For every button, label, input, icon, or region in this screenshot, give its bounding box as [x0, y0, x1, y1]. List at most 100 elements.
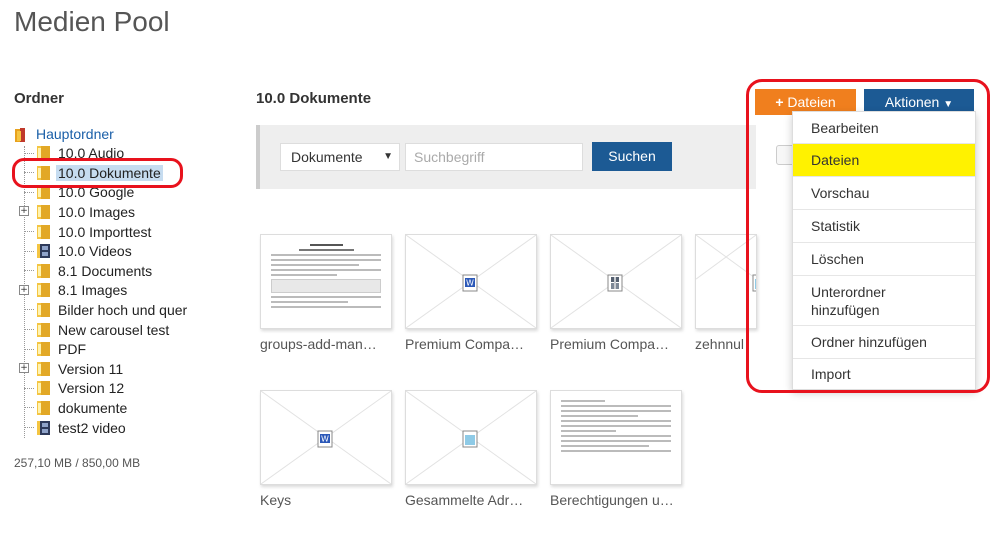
tree-item-label: 10.0 Google	[58, 184, 135, 201]
upload-files-label: Dateien	[787, 94, 836, 110]
expand-icon[interactable]: +	[19, 206, 29, 217]
file-card[interactable]: zehnnul	[695, 234, 757, 352]
menu-item-import[interactable]: Import	[793, 359, 975, 389]
tree-item-8-1-images[interactable]: + 8.1 Images	[19, 281, 129, 300]
tree-connector	[24, 329, 34, 330]
video-folder-icon	[36, 244, 52, 259]
file-card[interactable]: groups-add-man…	[260, 234, 392, 352]
folder-icon	[36, 322, 52, 337]
file-thumbnail	[405, 390, 537, 485]
tree-item-bilder-hoch-und-quer[interactable]: Bilder hoch und quer	[24, 300, 189, 319]
file-name: zehnnul	[695, 336, 745, 352]
file-thumbnail: W	[405, 234, 537, 329]
tree-item-label: PDF	[58, 341, 86, 358]
root-folder-icon	[14, 127, 30, 142]
chevron-down-icon: ▼	[943, 99, 954, 110]
menu-item-vorschau[interactable]: Vorschau	[793, 177, 975, 210]
tree-item-10-0-importtest[interactable]: 10.0 Importtest	[24, 222, 153, 241]
archive-file-icon	[607, 274, 623, 292]
folder-icon	[36, 224, 52, 239]
generic-file-icon	[462, 430, 478, 448]
word-doc-icon: W	[317, 430, 333, 448]
tree-connector	[24, 250, 34, 252]
file-card[interactable]: W Keys	[260, 390, 392, 508]
tree-item-label: 10.0 Importtest	[58, 223, 152, 240]
tree-connector	[24, 427, 34, 428]
tree-item-label: dokumente	[58, 399, 128, 416]
folder-icon	[36, 302, 52, 317]
tree-item-10-0-google[interactable]: 10.0 Google	[24, 183, 136, 202]
tree-item-label: 8.1 Images	[58, 282, 128, 299]
folder-icon	[36, 342, 52, 357]
file-card[interactable]: Gesammelte Adr…	[405, 390, 537, 508]
tree-item-new-carousel-test[interactable]: New carousel test	[24, 320, 171, 339]
folder-icon	[36, 381, 52, 396]
tree-item-label: 10.0 Videos	[58, 243, 132, 260]
expand-icon[interactable]: +	[19, 284, 29, 295]
tree-item-10-0-audio[interactable]: 10.0 Audio	[24, 144, 126, 163]
tree-connector	[24, 231, 34, 232]
tree-connector	[24, 270, 34, 272]
folder-icon	[36, 204, 52, 219]
tree-item-label: Bilder hoch und quer	[58, 301, 188, 318]
document-preview-thumbnail	[260, 234, 392, 329]
tree-item-10-0-dokumente[interactable]: 10.0 Dokumente	[24, 163, 163, 182]
tree-item-hauptordner[interactable]: Hauptordner	[14, 124, 116, 143]
menu-item-loeschen[interactable]: Löschen	[793, 243, 975, 276]
folder-heading: 10.0 Dokumente	[256, 90, 372, 107]
file-card[interactable]: W Premium Compa…	[405, 234, 537, 352]
tree-item-label: 10.0 Dokumente	[56, 164, 163, 181]
tree-item-label: 10.0 Audio	[58, 145, 125, 162]
folder-icon	[36, 146, 52, 161]
text-preview-thumbnail	[550, 390, 682, 485]
tree-connector	[24, 172, 34, 174]
actions-dropdown-menu: Bearbeiten Dateien Vorschau Statistik Lö…	[792, 111, 976, 390]
tree-item-label: 10.0 Images	[58, 203, 136, 220]
tree-item-8-1-documents[interactable]: 8.1 Documents	[24, 261, 154, 280]
menu-item-ordner-hinzufuegen[interactable]: Ordner hinzufügen	[793, 326, 975, 359]
tree-item-label: New carousel test	[58, 321, 170, 338]
menu-item-unterordner-hinzufuegen[interactable]: Unterordner hinzufügen	[793, 276, 975, 326]
tree-item-label: Version 12	[58, 380, 125, 397]
plus-icon: +	[775, 94, 784, 110]
tree-connector	[24, 407, 34, 409]
tree-item-dokumente[interactable]: dokumente	[24, 398, 129, 417]
menu-item-dateien[interactable]: Dateien	[793, 144, 975, 177]
expand-icon[interactable]: +	[19, 363, 29, 374]
tree-connector	[24, 191, 34, 193]
actions-label: Aktionen	[884, 94, 940, 110]
tree-item-pdf[interactable]: PDF	[24, 340, 88, 359]
folder-icon	[36, 263, 52, 278]
file-thumbnail	[695, 234, 757, 329]
search-input[interactable]	[405, 143, 583, 171]
file-name: Keys	[260, 492, 292, 508]
tree-item-label: Version 11	[58, 360, 124, 377]
file-thumbnail: W	[260, 390, 392, 485]
file-thumbnail	[550, 234, 682, 329]
tree-item-10-0-videos[interactable]: 10.0 Videos	[24, 242, 134, 261]
sidebar-heading: Ordner	[14, 90, 65, 107]
storage-usage: 257,10 MB / 850,00 MB	[14, 456, 141, 470]
folder-icon	[36, 185, 52, 200]
chevron-down-icon: ▼	[383, 151, 393, 162]
file-card[interactable]: Premium Compa…	[550, 234, 682, 352]
tree-connector	[24, 152, 34, 154]
file-card[interactable]: Berechtigungen u…	[550, 390, 682, 508]
menu-item-statistik[interactable]: Statistik	[793, 210, 975, 243]
menu-item-bearbeiten[interactable]: Bearbeiten	[793, 112, 975, 144]
tree-item-label: Hauptordner	[36, 125, 114, 142]
tree-connector	[24, 348, 34, 350]
tree-connector	[24, 387, 34, 389]
file-name: Gesammelte Adr…	[405, 492, 524, 508]
tree-item-10-0-images[interactable]: + 10.0 Images	[19, 202, 137, 221]
tree-item-label: 8.1 Documents	[58, 262, 153, 279]
tree-item-version-12[interactable]: Version 12	[24, 379, 126, 398]
tree-item-test2-video[interactable]: test2 video	[24, 418, 128, 437]
tree-item-version-11[interactable]: + Version 11	[19, 359, 125, 378]
search-button[interactable]: Suchen	[592, 142, 672, 171]
file-name: Premium Compa…	[405, 336, 525, 352]
file-type-select[interactable]: Dokumente ▼	[280, 143, 400, 171]
generic-file-icon	[752, 274, 756, 292]
file-name: Premium Compa…	[550, 336, 670, 352]
search-panel: Dokumente ▼ Suchen	[256, 125, 800, 189]
